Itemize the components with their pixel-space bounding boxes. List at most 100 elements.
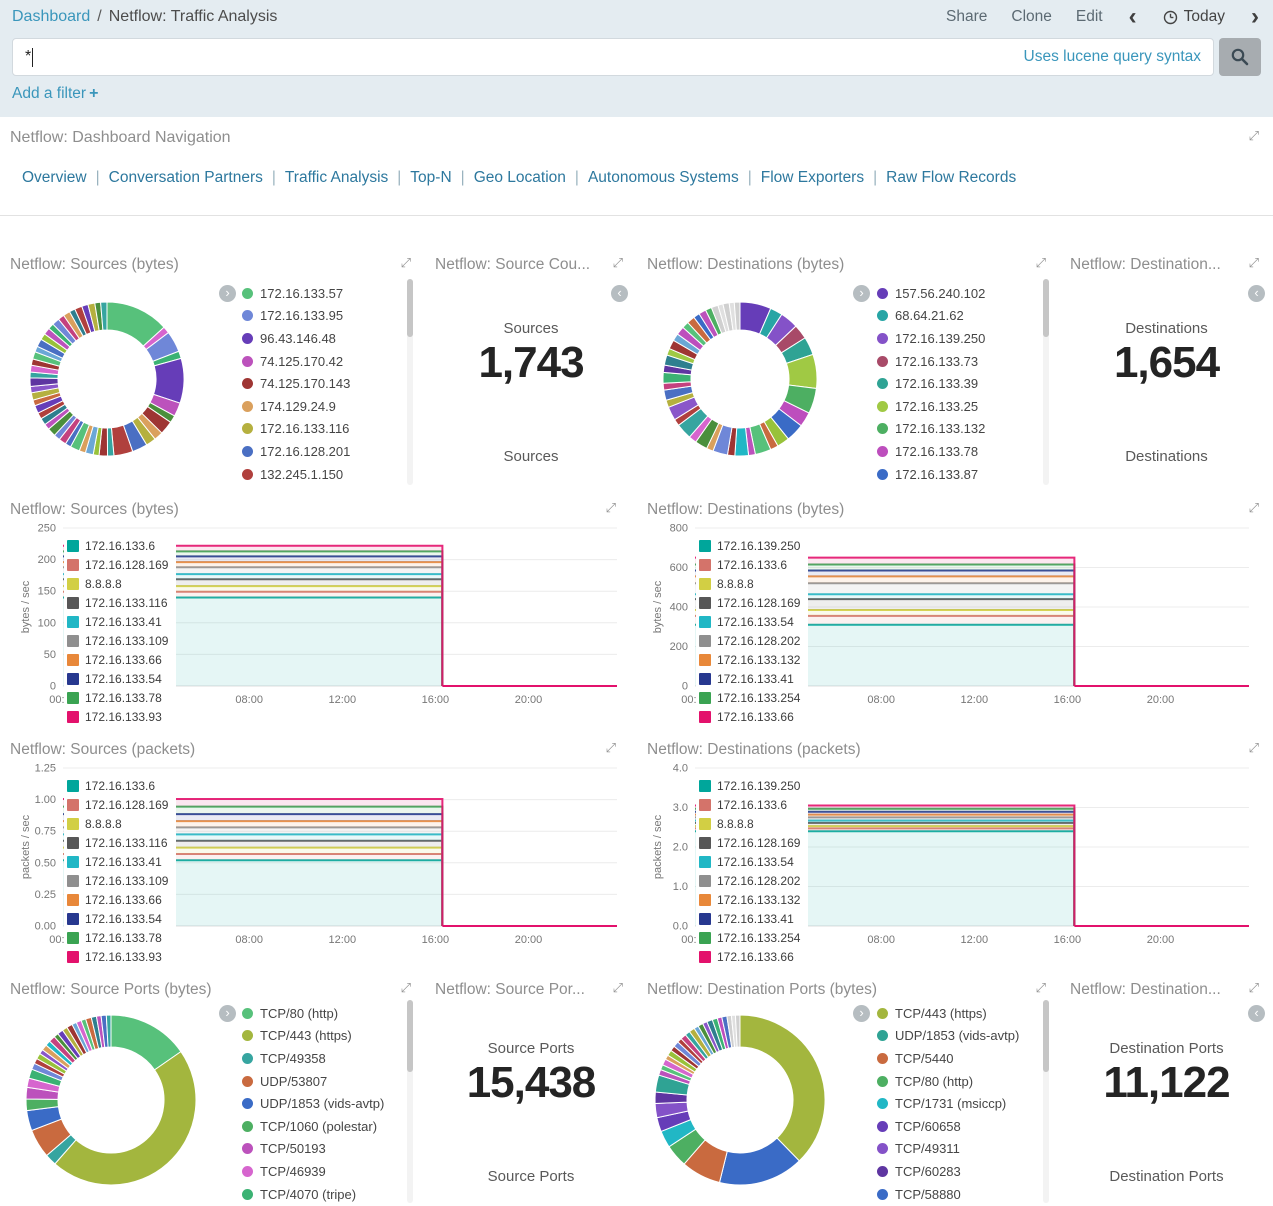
legend-item[interactable]: TCP/1731 (msiccp) (877, 1092, 1019, 1115)
legend-item[interactable]: 172.16.133.116 (242, 418, 350, 441)
scrollbar-thumb[interactable] (1043, 279, 1049, 337)
legend-item[interactable]: 172.16.133.6 (67, 776, 168, 795)
legend-item[interactable]: 157.56.240.102 (877, 282, 985, 305)
legend-item[interactable]: TCP/80 (http) (242, 1002, 384, 1025)
expand-panel-icon[interactable]: ⤢ (1036, 256, 1046, 271)
legend-item[interactable]: 172.16.133.254 (699, 928, 800, 947)
legend-item[interactable]: 172.16.133.66 (67, 890, 168, 909)
legend-item[interactable]: 172.16.128.201 (242, 440, 350, 463)
legend-item[interactable]: 8.8.8.8 (699, 814, 800, 833)
legend-item[interactable]: TCP/1060 (polestar) (242, 1115, 384, 1138)
legend-item[interactable]: 68.64.21.62 (877, 305, 985, 328)
legend-item[interactable]: UDP/1853 (vids-avtp) (877, 1025, 1019, 1048)
legend-item[interactable]: 172.16.128.169 (699, 833, 800, 852)
legend-item[interactable]: 172.16.139.250 (877, 327, 985, 350)
legend-item[interactable]: 172.16.128.169 (699, 593, 800, 612)
legend-scrollbar[interactable] (407, 1000, 413, 1203)
expand-panel-icon[interactable]: ⤢ (606, 501, 616, 516)
source-ports-donut-chart[interactable] (25, 1014, 197, 1186)
legend-item[interactable]: 174.129.24.9 (242, 395, 350, 418)
legend-item[interactable]: 172.16.133.132 (877, 418, 985, 441)
legend-collapse-icon[interactable]: › (853, 1005, 870, 1022)
legend-item[interactable]: 172.16.139.250 (699, 536, 800, 555)
search-button[interactable] (1219, 38, 1261, 76)
legend-item[interactable]: TCP/5440 (877, 1047, 1019, 1070)
expand-panel-icon[interactable]: ⤢ (401, 981, 411, 996)
legend-item[interactable]: TCP/49358 (242, 1047, 384, 1070)
legend-item[interactable]: 172.16.133.78 (877, 440, 985, 463)
nav-link-raw-flow-records[interactable]: Raw Flow Records (886, 169, 1016, 186)
legend-item[interactable]: 172.16.133.78 (67, 688, 168, 707)
legend-item[interactable]: 172.16.133.41 (699, 669, 800, 688)
legend-item[interactable]: TCP/443 (https) (877, 1002, 1019, 1025)
legend-item[interactable]: 172.16.133.95 (242, 305, 350, 328)
legend-item[interactable]: 172.16.133.54 (699, 612, 800, 631)
legend-item[interactable]: 172.16.133.116 (67, 833, 168, 852)
share-button[interactable]: Share (946, 8, 987, 26)
legend-collapse-icon[interactable]: › (219, 1005, 236, 1022)
legend-item[interactable]: 172.16.128.169 (67, 555, 168, 574)
scrollbar-thumb[interactable] (407, 279, 413, 337)
nav-link-overview[interactable]: Overview (22, 169, 87, 186)
expand-panel-icon[interactable]: ⤢ (1249, 501, 1259, 516)
legend-collapse-icon[interactable]: ‹ (1248, 285, 1265, 302)
breadcrumb-dashboard-link[interactable]: Dashboard (12, 8, 90, 26)
legend-item[interactable]: UDP/1853 (vids-avtp) (242, 1092, 384, 1115)
sources-bytes-donut-chart[interactable] (29, 301, 185, 457)
scrollbar-thumb[interactable] (1043, 1000, 1049, 1072)
expand-panel-icon[interactable]: ⤢ (1249, 256, 1259, 271)
legend-item[interactable]: 172.16.133.66 (67, 650, 168, 669)
legend-collapse-icon[interactable]: ‹ (1248, 1005, 1265, 1022)
legend-item[interactable]: TCP/58880 (877, 1183, 1019, 1203)
clone-button[interactable]: Clone (1011, 8, 1052, 26)
time-forward-button[interactable]: › (1249, 7, 1261, 27)
legend-item[interactable]: 172.16.133.109 (67, 871, 168, 890)
nav-link-conversation-partners[interactable]: Conversation Partners (109, 169, 263, 186)
legend-item[interactable]: 172.16.133.41 (699, 909, 800, 928)
legend-item[interactable]: UDP/53807 (242, 1070, 384, 1093)
legend-item[interactable]: 172.16.133.6 (699, 555, 800, 574)
time-back-button[interactable]: ‹ (1127, 7, 1139, 27)
legend-item[interactable]: 172.16.133.109 (67, 631, 168, 650)
legend-scrollbar[interactable] (1043, 279, 1049, 485)
legend-item[interactable]: 172.16.133.57 (242, 282, 350, 305)
legend-item[interactable]: 172.16.128.202 (699, 871, 800, 890)
expand-panel-icon[interactable]: ⤢ (1249, 981, 1259, 996)
expand-panel-icon[interactable]: ⤢ (1249, 129, 1259, 144)
legend-item[interactable]: 172.16.133.93 (67, 707, 168, 726)
expand-panel-icon[interactable]: ⤢ (401, 256, 411, 271)
legend-item[interactable]: 172.16.133.54 (67, 909, 168, 928)
nav-link-flow-exporters[interactable]: Flow Exporters (761, 169, 864, 186)
legend-item[interactable]: 172.16.133.39 (877, 372, 985, 395)
legend-item[interactable]: 172.16.133.93 (67, 947, 168, 966)
legend-item[interactable]: 172.16.128.169 (67, 795, 168, 814)
legend-item[interactable]: 172.16.139.250 (699, 776, 800, 795)
expand-panel-icon[interactable]: ⤢ (613, 256, 623, 271)
legend-item[interactable]: TCP/60658 (877, 1115, 1019, 1138)
legend-collapse-icon[interactable]: › (219, 285, 236, 302)
expand-panel-icon[interactable]: ⤢ (613, 981, 623, 996)
legend-item[interactable]: 8.8.8.8 (67, 814, 168, 833)
edit-button[interactable]: Edit (1076, 8, 1103, 26)
legend-item[interactable]: TCP/4070 (tripe) (242, 1183, 384, 1203)
legend-item[interactable]: TCP/80 (http) (877, 1070, 1019, 1093)
legend-item[interactable]: 172.16.133.41 (67, 852, 168, 871)
query-input[interactable]: * Uses lucene query syntax (12, 38, 1214, 76)
expand-panel-icon[interactable]: ⤢ (606, 741, 616, 756)
legend-item[interactable]: 74.125.170.143 (242, 372, 350, 395)
legend-item[interactable]: 172.16.133.66 (699, 947, 800, 966)
time-picker-button[interactable]: Today (1163, 8, 1225, 26)
legend-item[interactable]: 172.16.133.132 (699, 650, 800, 669)
legend-item[interactable]: 132.245.1.150 (242, 463, 350, 486)
destination-ports-donut-chart[interactable] (654, 1014, 826, 1186)
legend-item[interactable]: TCP/49311 (877, 1138, 1019, 1161)
scrollbar-thumb[interactable] (407, 1000, 413, 1072)
legend-scrollbar[interactable] (1043, 1000, 1049, 1203)
legend-item[interactable]: 172.16.128.202 (699, 631, 800, 650)
legend-item[interactable]: TCP/50193 (242, 1138, 384, 1161)
legend-item[interactable]: 172.16.133.54 (699, 852, 800, 871)
legend-item[interactable]: 172.16.133.132 (699, 890, 800, 909)
nav-link-autonomous-systems[interactable]: Autonomous Systems (588, 169, 739, 186)
legend-item[interactable]: TCP/60283 (877, 1160, 1019, 1183)
expand-panel-icon[interactable]: ⤢ (1036, 981, 1046, 996)
